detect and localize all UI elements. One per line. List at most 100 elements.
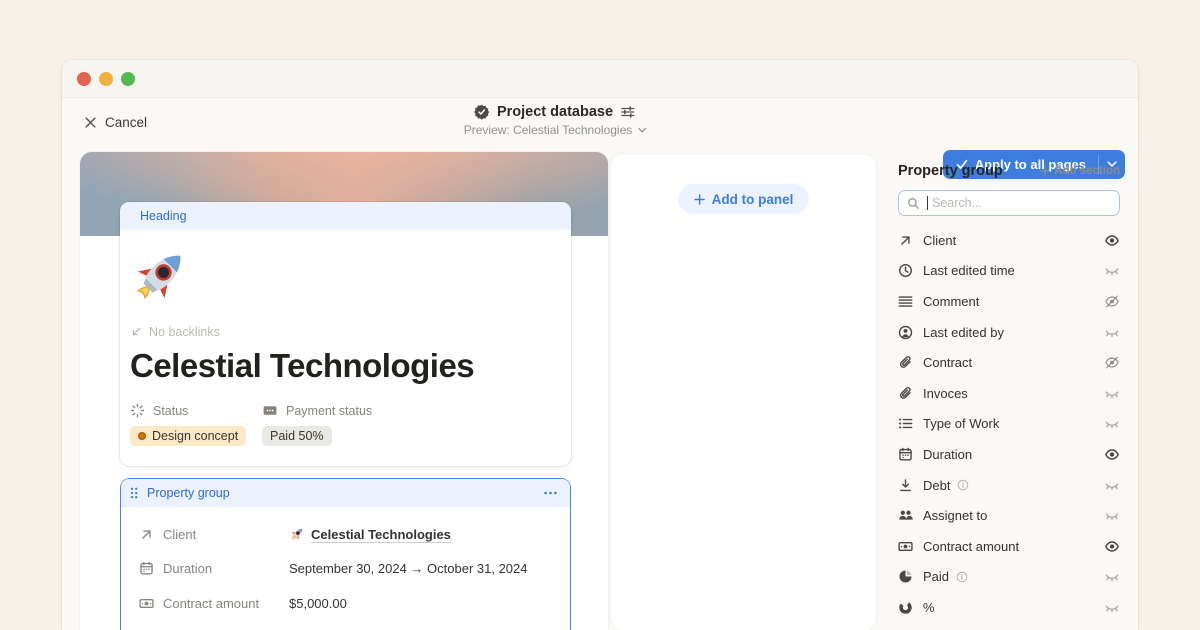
eye-closed-icon[interactable] xyxy=(1104,263,1120,278)
sidebar-item-last-edited-time[interactable]: Last edited time xyxy=(898,256,1120,287)
row-value-text: $5,000.00 xyxy=(289,596,347,611)
property-value-badge[interactable]: Design concept xyxy=(130,426,246,446)
zoom-traffic-light-icon[interactable] xyxy=(121,72,135,86)
page-property-status[interactable]: Status Design concept xyxy=(130,403,262,446)
banknote-icon xyxy=(139,596,154,611)
property-group-section[interactable]: Property group Client Celestial Technolo… xyxy=(120,478,571,630)
sidebar-item-label: Contract xyxy=(923,355,972,370)
database-title-block: Project database Preview: Celestial Tech… xyxy=(464,104,647,137)
close-traffic-light-icon[interactable] xyxy=(77,72,91,86)
desktop-background: Cancel Project database Preview: Celesti… xyxy=(0,0,1200,630)
sidebar-item-label: Invoces xyxy=(923,386,968,401)
eye-icon[interactable] xyxy=(1104,447,1120,462)
row-value[interactable]: $5,000.00 xyxy=(289,596,347,611)
cancel-button[interactable]: Cancel xyxy=(84,115,147,130)
group-row-contract-amount[interactable]: Contract amount $5,000.00 xyxy=(121,586,570,621)
preview-label: Preview: Celestial Technologies xyxy=(464,123,633,137)
info-icon[interactable] xyxy=(956,571,968,583)
page-properties: Status Design conceptPayment status Paid… xyxy=(130,403,561,446)
badge-label: Design concept xyxy=(152,429,238,443)
backlinks-indicator[interactable]: No backlinks xyxy=(130,325,561,339)
property-value-badge[interactable]: Paid 50% xyxy=(262,426,332,446)
sidebar-item-duration[interactable]: Duration xyxy=(898,439,1120,470)
eye-closed-icon[interactable] xyxy=(1104,325,1120,340)
eye-crossed-icon[interactable] xyxy=(1104,294,1120,309)
sidebar-item-last-edited-by[interactable]: Last edited by xyxy=(898,317,1120,348)
sidebar-item-label: Contract amount xyxy=(923,539,1019,554)
add-section-button[interactable]: Add section xyxy=(1040,165,1120,177)
row-value-text: Celestial Technologies xyxy=(311,527,451,542)
eye-icon[interactable] xyxy=(1104,233,1120,248)
rocket-page-icon[interactable] xyxy=(128,244,192,308)
cancel-label: Cancel xyxy=(105,115,147,130)
sidebar-item-type-of-work[interactable]: Type of Work xyxy=(898,409,1120,440)
property-list: Client Last edited time Comment Last edi… xyxy=(898,225,1120,623)
preview-selector[interactable]: Preview: Celestial Technologies xyxy=(464,123,647,137)
sidebar-item-comment[interactable]: Comment xyxy=(898,286,1120,317)
sidebar-item-%[interactable]: % xyxy=(898,592,1120,623)
sidebar-item-label: Comment xyxy=(923,294,979,309)
sidebar-item-client[interactable]: Client xyxy=(898,225,1120,256)
eye-crossed-icon[interactable] xyxy=(1104,355,1120,370)
property-label: Payment status xyxy=(286,404,372,418)
property-label: Status xyxy=(153,404,188,418)
property-group-label: Property group xyxy=(147,486,230,500)
sidebar-title: Property group xyxy=(898,163,1003,179)
drag-handle-icon[interactable] xyxy=(129,486,139,500)
card-icon xyxy=(262,403,278,418)
properties-sidebar: Property group Add section Search... Cli… xyxy=(898,163,1120,623)
group-row-duration[interactable]: Duration September 30, 2024 → October 31… xyxy=(121,552,570,587)
eye-closed-icon[interactable] xyxy=(1104,600,1120,615)
sidebar-item-label: Last edited by xyxy=(923,325,1004,340)
layout-panel: Add to panel xyxy=(611,154,876,630)
paperclip-icon xyxy=(898,355,913,370)
eye-closed-icon[interactable] xyxy=(1104,416,1120,431)
add-to-panel-button[interactable]: Add to panel xyxy=(678,184,810,214)
backlinks-label: No backlinks xyxy=(149,325,220,339)
arrow-down-left-icon xyxy=(130,326,142,338)
eye-closed-icon[interactable] xyxy=(1104,508,1120,523)
page-property-payment-status[interactable]: Payment status Paid 50% xyxy=(262,403,372,446)
eye-closed-icon[interactable] xyxy=(1104,478,1120,493)
page-title: Celestial Technologies xyxy=(130,347,561,385)
search-icon xyxy=(907,197,920,210)
window-titlebar xyxy=(62,60,1138,98)
sidebar-item-contract[interactable]: Contract xyxy=(898,347,1120,378)
editor-header: Cancel Project database Preview: Celesti… xyxy=(62,98,1138,152)
sidebar-item-debt[interactable]: Debt xyxy=(898,470,1120,501)
person-circle-icon xyxy=(898,325,913,340)
paperclip-icon xyxy=(898,386,913,401)
minimize-traffic-light-icon[interactable] xyxy=(99,72,113,86)
eye-icon[interactable] xyxy=(1104,539,1120,554)
download-icon xyxy=(898,478,913,493)
app-window: Cancel Project database Preview: Celesti… xyxy=(62,60,1138,630)
pie-ring-icon xyxy=(898,600,913,615)
text-lines-icon xyxy=(898,294,913,309)
row-value[interactable]: Celestial Technologies xyxy=(289,526,451,542)
arrow-up-right-icon xyxy=(898,233,913,248)
sidebar-item-invoces[interactable]: Invoces xyxy=(898,378,1120,409)
more-options-icon[interactable] xyxy=(543,486,558,500)
search-input[interactable]: Search... xyxy=(898,190,1120,216)
sidebar-item-label: Paid xyxy=(923,569,949,584)
bulleted-list-icon xyxy=(898,416,913,431)
eye-closed-icon[interactable] xyxy=(1104,386,1120,401)
page-preview: Heading No backlinks Celestial Technolog… xyxy=(80,152,608,630)
eye-closed-icon[interactable] xyxy=(1104,569,1120,584)
pie-icon xyxy=(898,569,913,584)
row-label: Contract amount xyxy=(163,596,259,611)
search-placeholder: Search... xyxy=(932,196,982,210)
group-row-client[interactable]: Client Celestial Technologies xyxy=(121,517,570,552)
layout-settings-icon[interactable] xyxy=(620,104,636,120)
row-label: Duration xyxy=(163,561,212,576)
rocket-icon xyxy=(289,526,305,542)
info-icon[interactable] xyxy=(957,479,969,491)
row-value[interactable]: September 30, 2024 → October 31, 2024 xyxy=(289,561,528,576)
group-row-contract[interactable]: Contract Empty xyxy=(121,621,570,630)
row-value-text: September 30, 2024 → October 31, 2024 xyxy=(289,561,528,576)
sidebar-item-paid[interactable]: Paid xyxy=(898,562,1120,593)
sidebar-item-assignet-to[interactable]: Assignet to xyxy=(898,500,1120,531)
heading-section[interactable]: Heading No backlinks Celestial Technolog… xyxy=(120,202,571,466)
status-dot-icon xyxy=(138,432,146,440)
sidebar-item-contract-amount[interactable]: Contract amount xyxy=(898,531,1120,562)
